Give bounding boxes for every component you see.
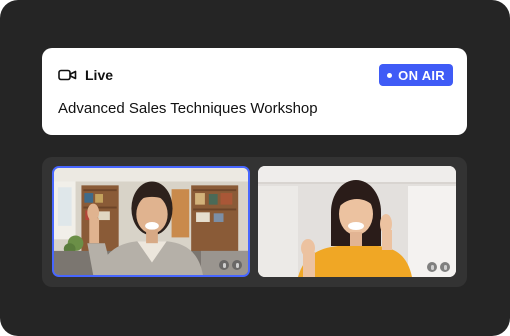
video-grid	[42, 157, 467, 287]
video-camera-icon	[58, 68, 77, 82]
on-air-label: ON AIR	[398, 67, 445, 83]
live-label: Live	[85, 67, 114, 83]
on-air-badge: ON AIR	[379, 64, 453, 86]
participant-video-2	[258, 166, 456, 277]
more-icon[interactable]	[440, 262, 450, 272]
participant-tile-1[interactable]	[52, 166, 250, 277]
on-air-dot-icon	[387, 72, 393, 78]
more-icon[interactable]	[232, 260, 242, 270]
mic-icon[interactable]	[427, 262, 437, 272]
app-frame: Live ON AIR Advanced Sales Techniques Wo…	[0, 0, 510, 336]
tile-1-controls	[219, 260, 242, 270]
participant-video-1	[54, 168, 248, 275]
mic-icon[interactable]	[219, 260, 229, 270]
live-header-row: Live ON AIR	[58, 64, 453, 86]
live-session-card: Live ON AIR Advanced Sales Techniques Wo…	[42, 48, 467, 135]
participant-tile-2[interactable]	[258, 166, 456, 277]
tile-2-controls	[427, 262, 450, 272]
session-title: Advanced Sales Techniques Workshop	[58, 100, 318, 117]
